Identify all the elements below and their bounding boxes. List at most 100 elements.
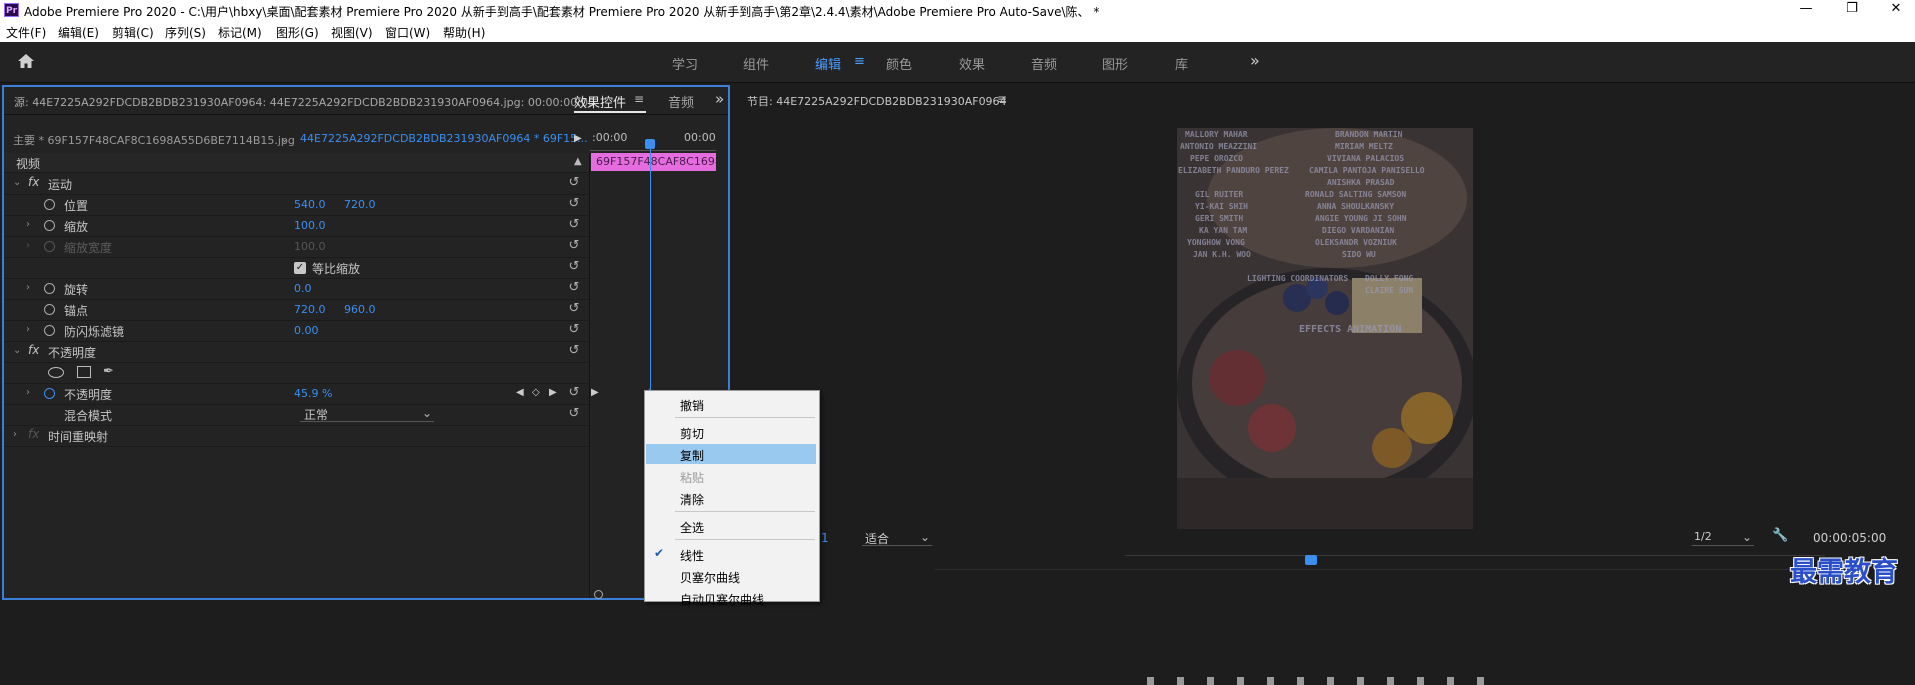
reset-icon[interactable]: ↺ [567, 302, 581, 316]
menu-marker[interactable]: 标记(M) [218, 24, 262, 41]
program-playhead-handle[interactable] [1305, 555, 1317, 565]
reset-icon[interactable]: ↺ [567, 218, 581, 232]
expand-triangle-icon[interactable]: › [26, 219, 30, 230]
source-monitor-tab[interactable]: 源: 44E7225A292FDCDB2BDB231930AF0964: 44E… [14, 94, 595, 110]
play-triangle-icon[interactable]: ▶ [574, 133, 582, 144]
workspace-tab-learn[interactable]: 学习 [672, 54, 698, 73]
reset-icon[interactable]: ↺ [567, 197, 581, 211]
position-y-value[interactable]: 720.0 [344, 198, 376, 211]
expand-chevron-icon[interactable]: ⌄ [13, 345, 21, 356]
fx-icon[interactable]: fx [28, 175, 39, 189]
home-icon[interactable] [17, 53, 35, 69]
mark-out-icon[interactable] [1177, 677, 1184, 685]
workspace-tab-audio[interactable]: 音频 [1031, 54, 1057, 73]
expand-triangle-icon[interactable]: › [13, 429, 17, 440]
blend-mode-dropdown[interactable]: 正常 ⌄ [300, 406, 434, 422]
close-button[interactable]: ✕ [1876, 1, 1915, 16]
workspace-tab-libraries[interactable]: 库 [1175, 54, 1188, 73]
pen-mask-icon[interactable]: ✒ [103, 364, 114, 379]
mark-in-icon[interactable] [1147, 677, 1154, 685]
stopwatch-icon[interactable] [44, 283, 55, 294]
export-frame-icon[interactable] [1447, 677, 1454, 685]
stopwatch-icon[interactable] [44, 388, 55, 399]
menu-file[interactable]: 文件(F) [6, 24, 46, 41]
go-to-in-icon[interactable] [1237, 677, 1244, 685]
menu-item-cut[interactable]: 剪切 [646, 422, 816, 442]
workspace-tab-graphics[interactable]: 图形 [1102, 54, 1128, 73]
menu-item-copy[interactable]: 复制 [646, 444, 816, 464]
rectangle-mask-icon[interactable] [77, 366, 91, 378]
program-monitor-title[interactable]: 节目: 44E7225A292FDCDB2BDB231930AF0964 [747, 93, 1007, 109]
tab-menu-icon[interactable]: ≡ [634, 92, 644, 106]
reset-icon[interactable]: ↺ [567, 281, 581, 295]
menu-item-linear[interactable]: ✔ 线性 [646, 544, 816, 564]
reset-icon[interactable]: ↺ [567, 176, 581, 190]
resolution-dropdown[interactable]: 1/2 ⌄ [1692, 529, 1754, 546]
add-keyframe-icon[interactable]: ◇ [532, 387, 540, 398]
restore-button[interactable]: ❐ [1832, 1, 1872, 16]
reset-icon[interactable]: ↺ [567, 239, 581, 253]
fx-icon[interactable]: fx [28, 343, 39, 357]
stopwatch-icon[interactable] [44, 220, 55, 231]
workspace-more-button[interactable]: » [1250, 51, 1260, 70]
stopwatch-icon[interactable] [44, 304, 55, 315]
insert-icon[interactable] [1387, 677, 1394, 685]
menu-item-clear[interactable]: 清除 [646, 488, 816, 508]
wrench-icon[interactable]: 🔧 [1772, 528, 1788, 543]
menu-edit[interactable]: 编辑(E) [58, 24, 99, 41]
workspace-tab-effects[interactable]: 效果 [959, 54, 985, 73]
workspace-tab-color[interactable]: 颜色 [886, 54, 912, 73]
minimize-button[interactable]: — [1786, 1, 1826, 16]
expand-triangle-icon[interactable]: › [26, 387, 30, 398]
position-x-value[interactable]: 540.0 [294, 198, 326, 211]
menu-window[interactable]: 窗口(W) [385, 24, 430, 41]
program-playhead-timecode[interactable]: 1 [821, 531, 829, 545]
workspace-tab-assembly[interactable]: 组件 [743, 54, 769, 73]
keyframe-nav-icon[interactable]: ▶ [591, 387, 599, 398]
reset-icon[interactable]: ↺ [567, 323, 581, 337]
anchor-x-value[interactable]: 720.0 [294, 303, 326, 316]
zoom-handle-icon[interactable] [594, 590, 603, 599]
menu-clip[interactable]: 剪辑(C) [112, 24, 154, 41]
previous-keyframe-icon[interactable]: ◀ [516, 387, 524, 398]
anchor-y-value[interactable]: 960.0 [344, 303, 376, 316]
expand-chevron-icon[interactable]: ⌄ [13, 177, 21, 188]
program-menu-icon[interactable]: ≡ [997, 92, 1007, 106]
flicker-value[interactable]: 0.00 [294, 324, 319, 337]
menu-item-auto-bezier[interactable]: 自动贝塞尔曲线 [646, 588, 816, 608]
menu-graphics[interactable]: 图形(G) [276, 24, 319, 41]
menu-item-select-all[interactable]: 全选 [646, 516, 816, 536]
tab-effect-controls[interactable]: 效果控件 [574, 92, 626, 111]
add-marker-icon[interactable] [1207, 677, 1214, 685]
expand-triangle-icon[interactable]: › [26, 282, 30, 293]
button-editor-icon[interactable] [1477, 677, 1484, 685]
workspace-tab-editing[interactable]: 编辑 [815, 54, 841, 73]
tab-audio-mixer[interactable]: 音频 [668, 92, 694, 111]
chevron-down-icon[interactable]: ⌄ [280, 132, 289, 145]
scale-value[interactable]: 100.0 [294, 219, 326, 232]
menu-item-bezier[interactable]: 贝塞尔曲线 [646, 566, 816, 586]
step-forward-icon[interactable] [1327, 677, 1334, 685]
play-icon[interactable] [1297, 677, 1304, 685]
go-to-out-icon[interactable] [1357, 677, 1364, 685]
workspace-menu-icon[interactable]: ≡ [854, 54, 865, 69]
step-back-icon[interactable] [1267, 677, 1274, 685]
menu-item-undo[interactable]: 撤销 [646, 394, 816, 414]
fit-dropdown[interactable]: 适合 ⌄ [862, 529, 932, 546]
rotation-value[interactable]: 0.0 [294, 282, 312, 295]
program-preview-image[interactable]: MALLORY MAHAR BRANDON MARTIN ANTONIO MEA… [1177, 128, 1473, 529]
motion-effect-row[interactable]: ⌄ fx 运动 ↺ [4, 173, 589, 195]
ellipse-mask-icon[interactable] [48, 367, 64, 378]
reset-icon[interactable]: ↺ [567, 344, 581, 358]
menu-view[interactable]: 视图(V) [331, 24, 373, 41]
menu-help[interactable]: 帮助(H) [443, 24, 485, 41]
reset-icon[interactable]: ↺ [567, 260, 581, 274]
reset-icon[interactable]: ↺ [567, 407, 581, 421]
reset-icon[interactable]: ↺ [567, 386, 581, 400]
opacity-effect-row[interactable]: ⌄ fx 不透明度 ↺ [4, 341, 589, 363]
menu-sequence[interactable]: 序列(S) [165, 24, 206, 41]
collapse-triangle-icon[interactable]: ▲ [574, 156, 582, 167]
stopwatch-icon[interactable] [44, 325, 55, 336]
opacity-value[interactable]: 45.9 % [294, 387, 332, 400]
overwrite-icon[interactable] [1417, 677, 1424, 685]
